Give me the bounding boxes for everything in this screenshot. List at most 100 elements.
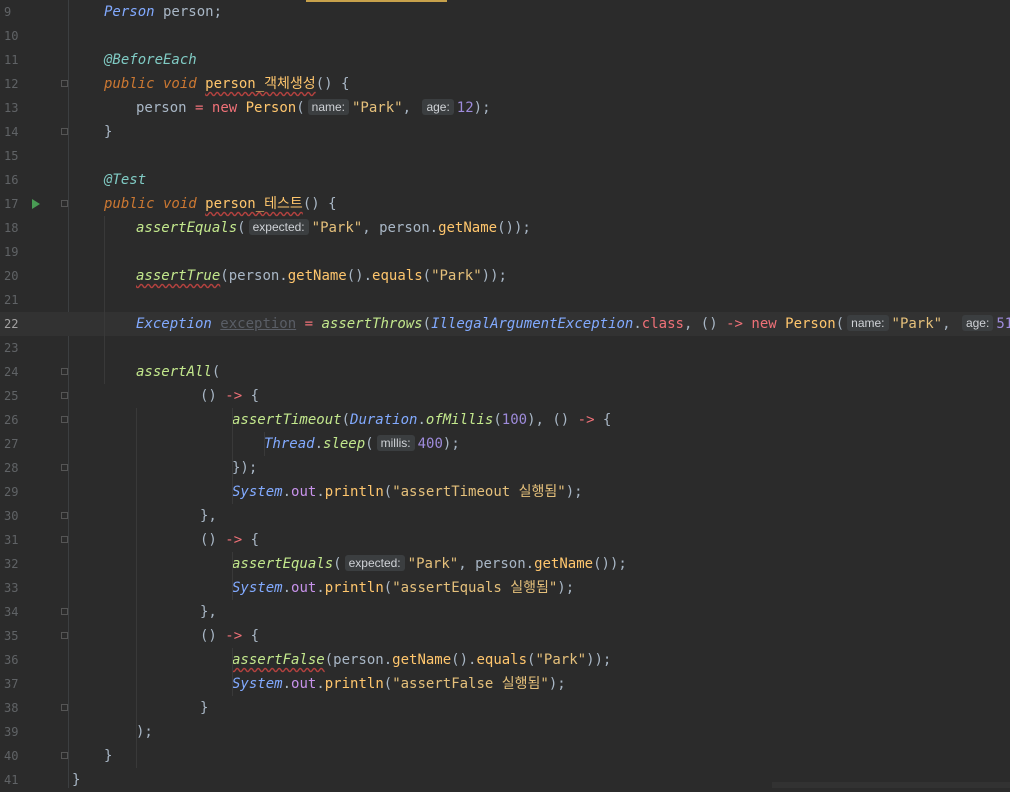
fold-toggle-icon[interactable] bbox=[61, 368, 68, 375]
code-token: exception bbox=[220, 316, 297, 332]
code-line-22[interactable]: 22 Exception exception = assertThrows(Ill… bbox=[0, 312, 1010, 336]
parameter-hint: expected: bbox=[248, 219, 309, 235]
code-token: assertTrue bbox=[136, 268, 221, 284]
code-token: ); bbox=[473, 100, 491, 116]
code-editor[interactable]: 9 Person person; 10 11 @BeforeEach 12 public v… bbox=[0, 0, 1010, 788]
code-line-37[interactable]: 37 System.out.println("assertFalse 실행됨"); bbox=[0, 672, 1010, 696]
code-token: ( bbox=[422, 268, 432, 284]
line-number: 17 bbox=[4, 197, 19, 211]
code-token: } bbox=[104, 748, 113, 764]
fold-toggle-icon[interactable] bbox=[61, 512, 68, 519]
code-text: () -> { bbox=[200, 624, 259, 648]
fold-toggle-icon[interactable] bbox=[61, 632, 68, 639]
code-line-24[interactable]: 24 assertAll( bbox=[0, 360, 1010, 384]
code-line-19[interactable]: 19 bbox=[0, 240, 1010, 264]
code-token: } bbox=[200, 700, 209, 716]
code-token: new bbox=[751, 316, 777, 332]
code-token: IllegalArgumentException bbox=[431, 316, 634, 332]
code-line-12[interactable]: 12 public void person_객체생성() { bbox=[0, 72, 1010, 96]
code-line-25[interactable]: 25 () -> { bbox=[0, 384, 1010, 408]
code-line-13[interactable]: 13 person = new Person(name: "Park", age: 1… bbox=[0, 96, 1010, 120]
code-line-38[interactable]: 38} bbox=[0, 696, 1010, 720]
code-line-14[interactable]: 14} bbox=[0, 120, 1010, 144]
code-text: assertEquals(expected: "Park", person.get… bbox=[136, 216, 531, 240]
code-token: { bbox=[594, 412, 612, 428]
code-token: , person. bbox=[458, 556, 535, 572]
code-line-21[interactable]: 21 bbox=[0, 288, 1010, 312]
fold-toggle-icon[interactable] bbox=[61, 128, 68, 135]
line-number: 31 bbox=[4, 533, 19, 547]
code-line-39[interactable]: 39); bbox=[0, 720, 1010, 744]
fold-toggle-icon[interactable] bbox=[61, 416, 68, 423]
code-line-32[interactable]: 32 assertEquals(expected: "Park", person.g… bbox=[0, 552, 1010, 576]
fold-toggle-icon[interactable] bbox=[61, 464, 68, 471]
code-text: }, bbox=[200, 600, 217, 624]
code-token: println bbox=[324, 676, 384, 692]
code-line-36[interactable]: 36 assertFalse(person.getName().equals("P… bbox=[0, 648, 1010, 672]
fold-toggle-icon[interactable] bbox=[61, 704, 68, 711]
code-line-31[interactable]: 31 () -> { bbox=[0, 528, 1010, 552]
fold-toggle-icon[interactable] bbox=[61, 80, 68, 87]
code-token: out bbox=[291, 676, 317, 692]
code-line-41[interactable]: 41} bbox=[0, 768, 1010, 792]
run-test-icon[interactable] bbox=[32, 199, 40, 209]
line-number: 38 bbox=[4, 701, 19, 715]
fold-toggle-icon[interactable] bbox=[61, 200, 68, 207]
code-token: ( bbox=[383, 580, 393, 596]
code-line-34[interactable]: 34}, bbox=[0, 600, 1010, 624]
code-text: () -> { bbox=[200, 528, 259, 552]
code-token: 51 bbox=[996, 316, 1010, 332]
line-number: 34 bbox=[4, 605, 19, 619]
code-line-18[interactable]: 18 assertEquals(expected: "Park", person.g… bbox=[0, 216, 1010, 240]
code-token: } bbox=[104, 124, 113, 140]
code-line-28[interactable]: 28}); bbox=[0, 456, 1010, 480]
code-text: public void person_테스트() { bbox=[104, 192, 337, 216]
code-line-17[interactable]: 17 public void person_테스트() { bbox=[0, 192, 1010, 216]
code-token: ( bbox=[835, 316, 845, 332]
code-token: . bbox=[633, 316, 642, 332]
line-number: 18 bbox=[4, 221, 19, 235]
code-line-26[interactable]: 26 assertTimeout(Duration.ofMillis(100), … bbox=[0, 408, 1010, 432]
code-line-10[interactable]: 10 bbox=[0, 24, 1010, 48]
code-line-23[interactable]: 23 bbox=[0, 336, 1010, 360]
code-line-20[interactable]: 20 assertTrue(person.getName().equals("Pa… bbox=[0, 264, 1010, 288]
code-token: ( bbox=[333, 556, 342, 572]
code-token: assertFalse bbox=[232, 652, 325, 668]
code-token: . bbox=[316, 580, 325, 596]
code-line-11[interactable]: 11 @BeforeEach bbox=[0, 48, 1010, 72]
code-token: , bbox=[942, 316, 959, 332]
code-token: ofMillis bbox=[425, 412, 494, 428]
code-token: Duration bbox=[350, 412, 418, 428]
code-line-27[interactable]: 27 Thread.sleep(millis: 400); bbox=[0, 432, 1010, 456]
code-line-29[interactable]: 29 System.out.println("assertTimeout 실행됨"… bbox=[0, 480, 1010, 504]
indent-guide bbox=[136, 408, 137, 768]
code-text: System.out.println("assertEquals 실행됨"); bbox=[232, 576, 574, 600]
code-token: = bbox=[304, 316, 314, 332]
code-line-9[interactable]: 9 Person person; bbox=[0, 0, 1010, 24]
code-token: ( bbox=[383, 676, 393, 692]
line-number: 28 bbox=[4, 461, 19, 475]
code-token: ( bbox=[341, 412, 351, 428]
code-token: "assertEquals 실행됨" bbox=[392, 580, 558, 596]
code-token: 12 bbox=[456, 100, 474, 116]
code-token: 100 bbox=[501, 412, 528, 428]
parameter-hint: millis: bbox=[376, 435, 415, 451]
code-line-40[interactable]: 40} bbox=[0, 744, 1010, 768]
fold-toggle-icon[interactable] bbox=[61, 392, 68, 399]
horizontal-scrollbar[interactable] bbox=[772, 782, 1010, 788]
line-number: 23 bbox=[4, 341, 19, 355]
code-token: ( bbox=[383, 484, 393, 500]
code-line-15[interactable]: 15 bbox=[0, 144, 1010, 168]
code-token: "Park" bbox=[407, 556, 459, 572]
code-line-33[interactable]: 33 System.out.println("assertEquals 실행됨")… bbox=[0, 576, 1010, 600]
fold-toggle-icon[interactable] bbox=[61, 752, 68, 759]
code-token: -> bbox=[225, 628, 243, 644]
code-text: @Test bbox=[104, 168, 146, 192]
code-line-30[interactable]: 30}, bbox=[0, 504, 1010, 528]
fold-toggle-icon[interactable] bbox=[61, 608, 68, 615]
code-line-16[interactable]: 16 @Test bbox=[0, 168, 1010, 192]
code-line-35[interactable]: 35 () -> { bbox=[0, 624, 1010, 648]
code-token: ); bbox=[442, 436, 460, 452]
fold-toggle-icon[interactable] bbox=[61, 536, 68, 543]
